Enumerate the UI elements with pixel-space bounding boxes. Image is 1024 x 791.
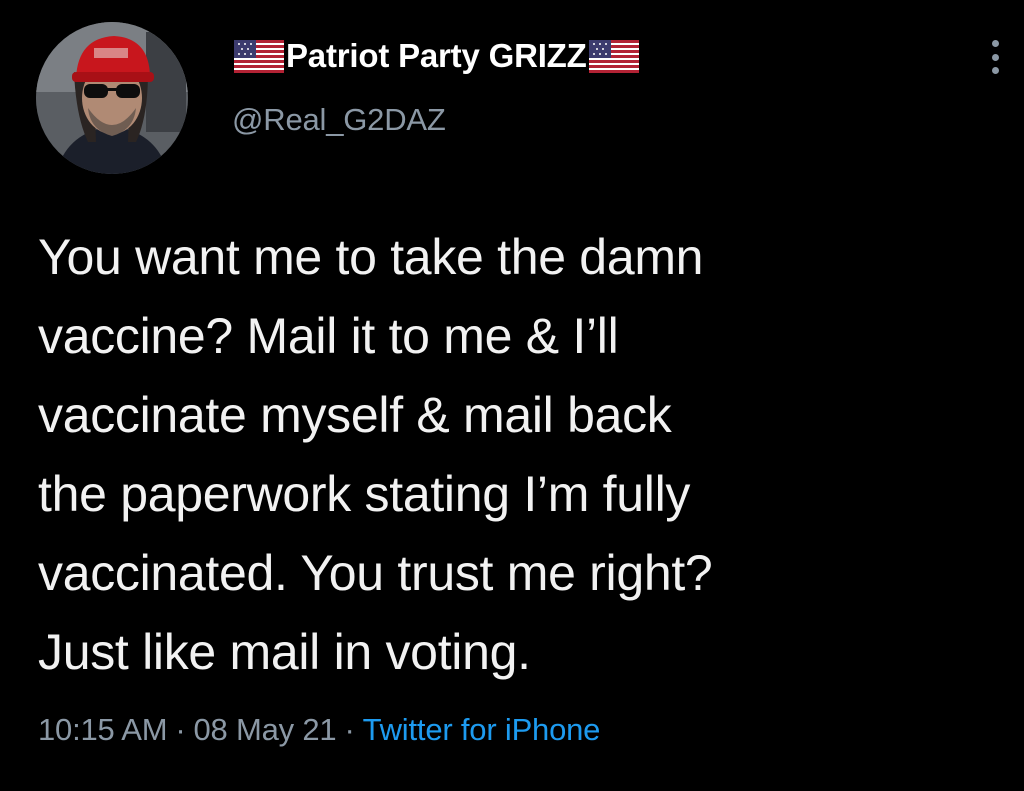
- us-flag-icon: [234, 39, 284, 73]
- display-name-row[interactable]: Patriot Party GRIZZ: [232, 32, 641, 80]
- avatar[interactable]: [36, 22, 188, 174]
- tweet-card: Patriot Party GRIZZ @Real_G2DAZ You want…: [0, 0, 1024, 791]
- tweet-date[interactable]: 08 May 21: [194, 712, 337, 747]
- more-dot: [991, 53, 999, 61]
- more-options-icon[interactable]: [982, 36, 1008, 78]
- more-dot: [991, 40, 999, 47]
- avatar-image: [36, 22, 188, 174]
- meta-separator: ·: [344, 712, 355, 747]
- meta-separator: ·: [175, 712, 186, 747]
- display-name[interactable]: Patriot Party GRIZZ: [286, 37, 587, 75]
- author-block[interactable]: Patriot Party GRIZZ @Real_G2DAZ: [232, 32, 641, 138]
- user-handle[interactable]: @Real_G2DAZ: [232, 102, 641, 138]
- us-flag-icon: [588, 39, 639, 73]
- tweet-source-link[interactable]: Twitter for iPhone: [363, 712, 601, 747]
- more-dot: [991, 67, 999, 74]
- tweet-meta: 10:15 AM · 08 May 21 · Twitter for iPhone: [38, 712, 600, 748]
- tweet-text: You want me to take the damn vaccine? Ma…: [38, 229, 713, 680]
- tweet-time[interactable]: 10:15 AM: [38, 712, 168, 747]
